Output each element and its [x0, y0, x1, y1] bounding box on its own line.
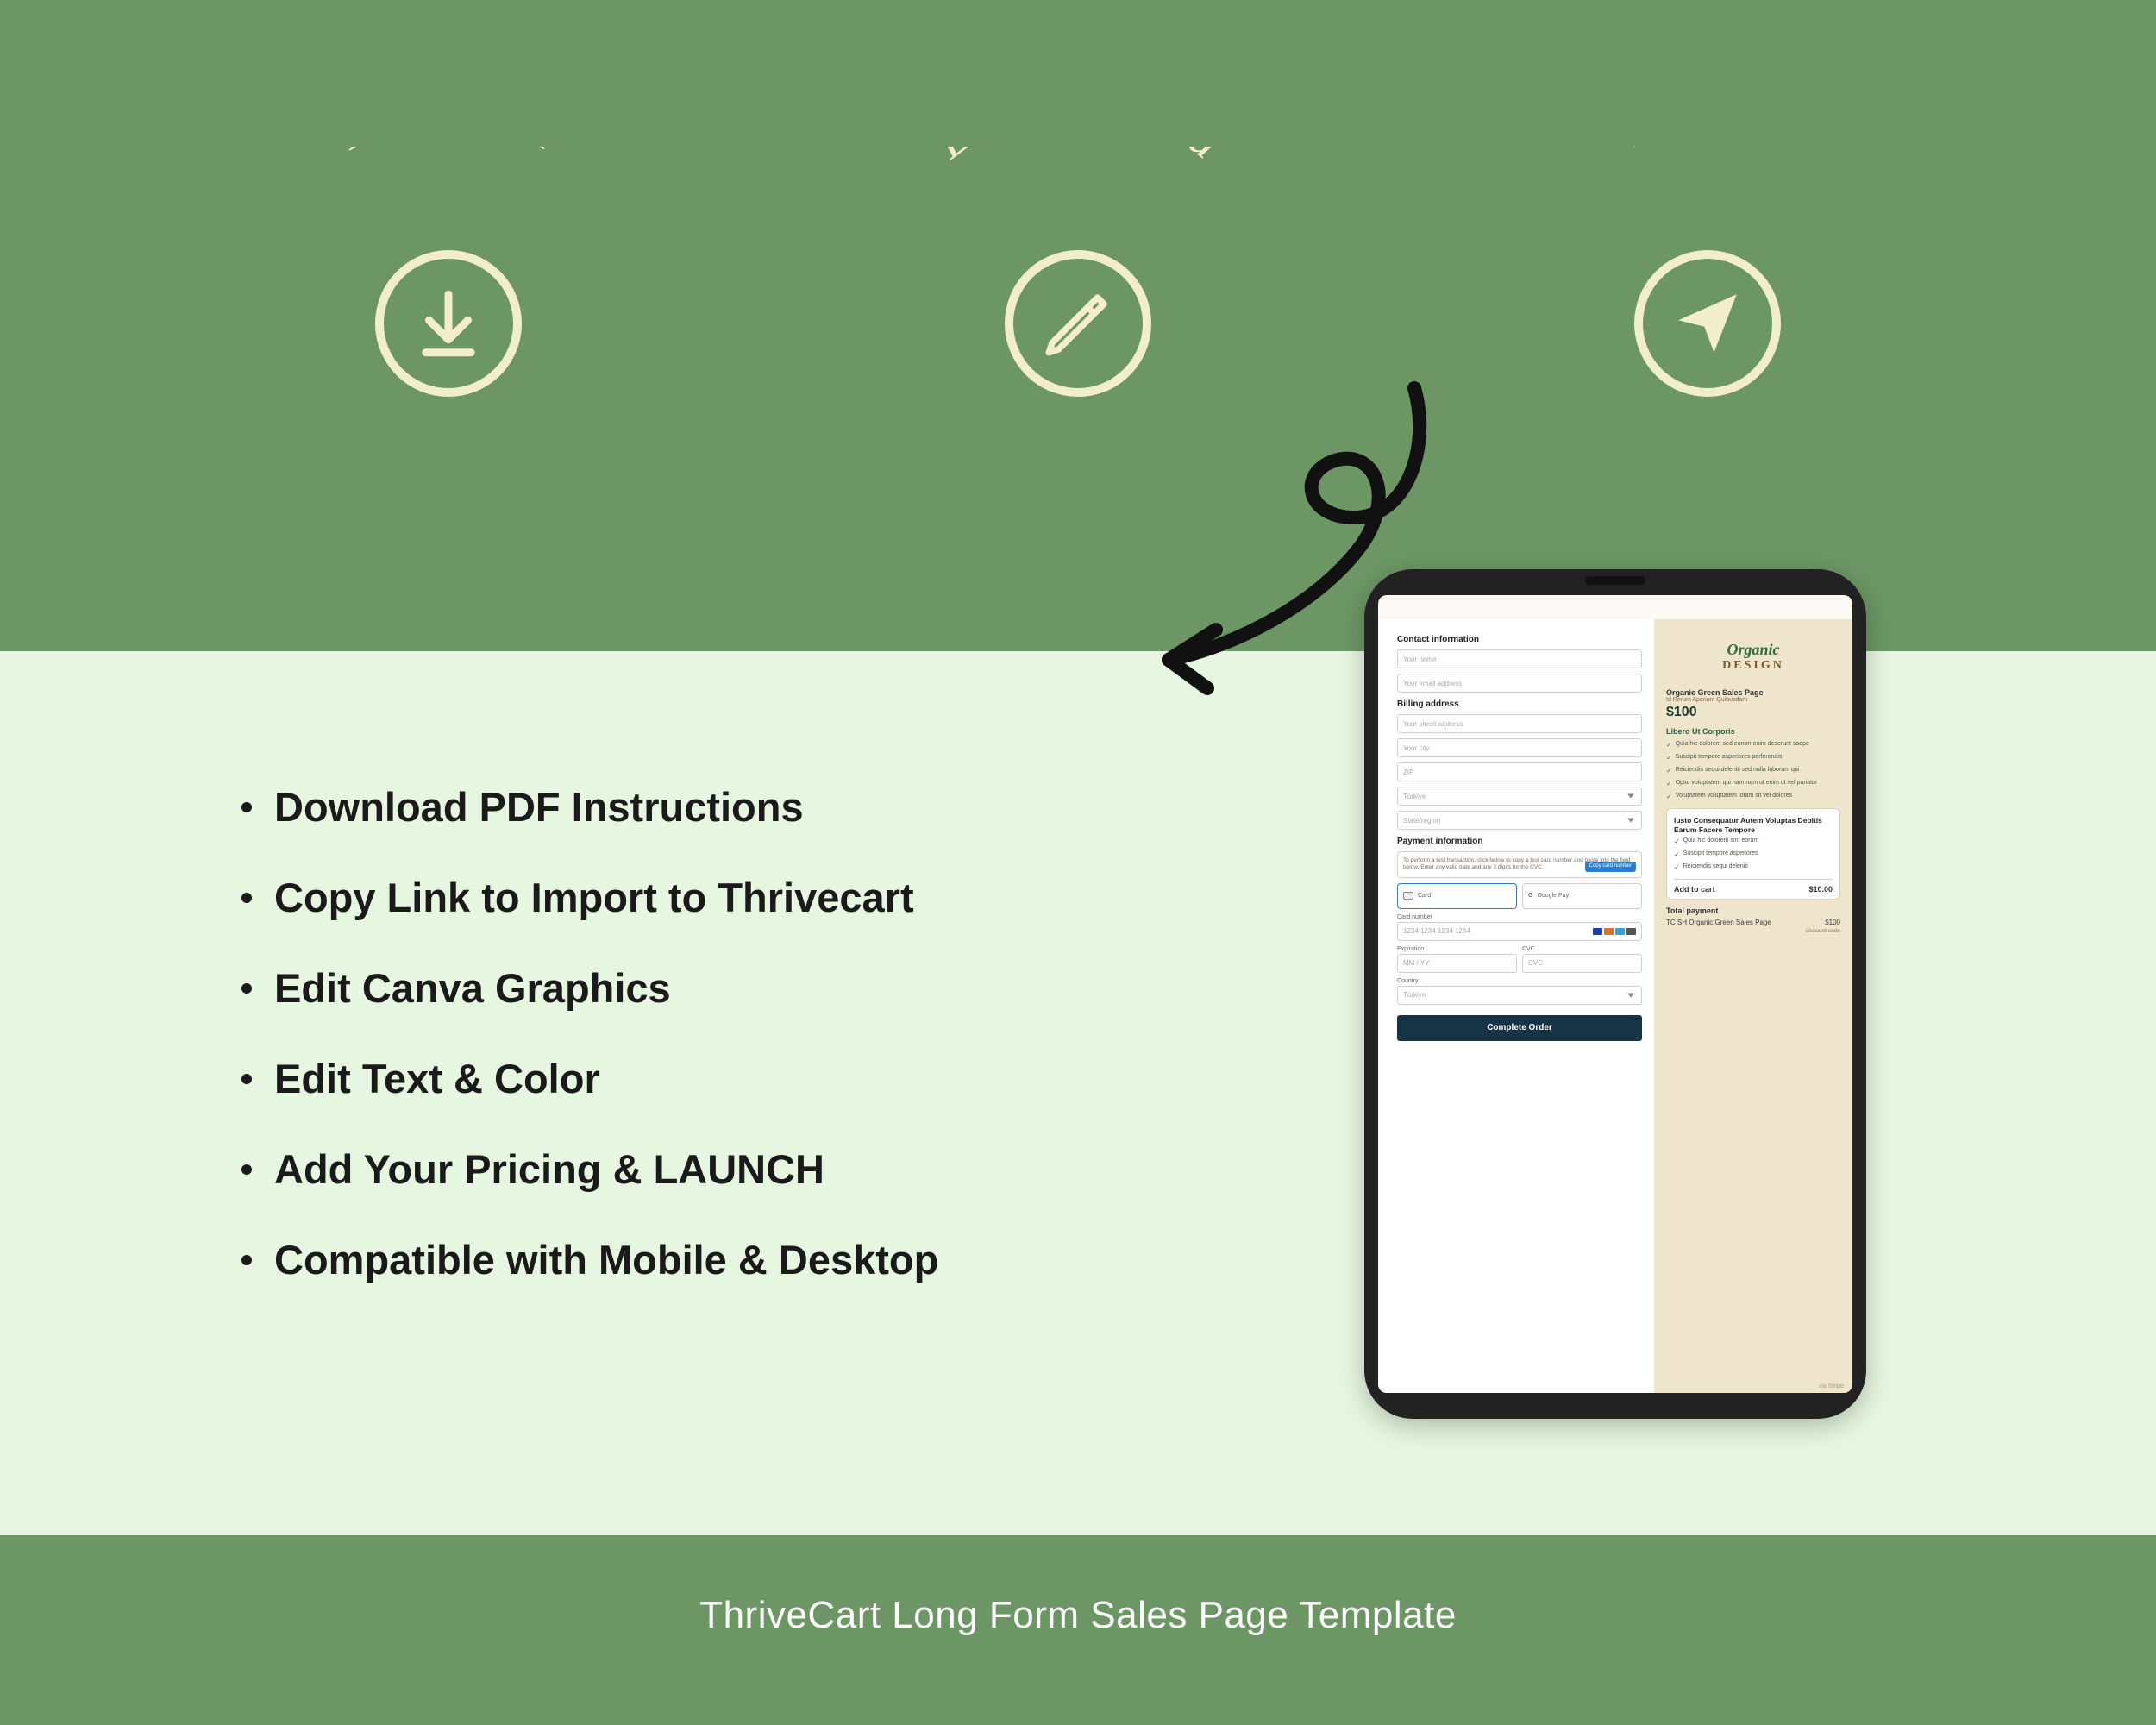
tab-google-pay[interactable]: G Google Pay: [1522, 883, 1642, 909]
footer-title: ThriveCart Long Form Sales Page Template: [0, 1594, 2156, 1637]
add-to-cart-button[interactable]: Add to cart: [1674, 885, 1715, 894]
product-price: $100: [1666, 705, 1840, 720]
step-publish: Publish: [1466, 147, 1949, 492]
svg-text:Download: Download: [328, 147, 570, 161]
exp-label: Expiration: [1397, 946, 1517, 952]
street-field[interactable]: Your street address: [1397, 714, 1642, 733]
bullet-item: Copy Link to Import to Thrivecart: [241, 874, 938, 921]
upsell-item: Quia hic dolorem sint eorum: [1674, 837, 1833, 846]
total-title: Total payment: [1666, 906, 1840, 915]
checkout-screen: Contact information Your name Your email…: [1378, 595, 1852, 1393]
expiration-field[interactable]: MM / YY: [1397, 954, 1517, 973]
paycountry-label: Country: [1397, 978, 1642, 984]
card-label: Card number: [1397, 914, 1642, 920]
product-logo: Organic DESIGN: [1666, 628, 1840, 685]
bullet-item: Compatible with Mobile & Desktop: [241, 1236, 938, 1283]
feature-bullets: Download PDF Instructions Copy Link to I…: [241, 783, 938, 1327]
cvc-label: CVC: [1522, 946, 1642, 952]
contact-title: Contact information: [1397, 635, 1642, 644]
order-summary: Organic DESIGN Organic Green Sales Page …: [1654, 619, 1852, 1393]
name-field[interactable]: Your name: [1397, 649, 1642, 668]
upsell-item: Reiciendis sequi deleniti: [1674, 863, 1833, 872]
svg-text:Edit in Canva: Edit in Canva: [923, 147, 1233, 170]
upsell-title: Iusto Consequatur Autem Voluptas Debitis…: [1674, 816, 1833, 834]
email-field[interactable]: Your email address: [1397, 674, 1642, 693]
country-select[interactable]: Türkiye: [1397, 787, 1642, 806]
state-select[interactable]: State/region: [1397, 811, 1642, 830]
step-edit-label: Edit in Canva: [837, 147, 1319, 293]
feature-item: Optio voluptatem qui nam nam ut enim ut …: [1666, 780, 1840, 788]
step-download-label: Download: [207, 147, 690, 293]
upsell-box: Iusto Consequatur Autem Voluptas Debitis…: [1666, 808, 1840, 900]
tablet-mockup: Contact information Your name Your email…: [1364, 569, 1866, 1419]
feature-heading: Libero Ut Corporis: [1666, 727, 1840, 736]
copy-card-button[interactable]: Copy card number: [1585, 862, 1636, 872]
step-download: Download: [207, 147, 690, 492]
cvc-field[interactable]: CVC: [1522, 954, 1642, 973]
bullet-item: Add Your Pricing & LAUNCH: [241, 1145, 938, 1193]
card-number-field[interactable]: 1234 1234 1234 1234: [1397, 922, 1642, 941]
step-publish-label: Publish: [1466, 147, 1949, 293]
feature-item: Suscipit tempore asperiores perferendis: [1666, 754, 1840, 762]
discount-link[interactable]: discount code: [1666, 928, 1840, 934]
zip-field[interactable]: ZIP: [1397, 762, 1642, 781]
upsell-price: $10.00: [1808, 885, 1833, 894]
checkout-form: Contact information Your name Your email…: [1378, 619, 1654, 1393]
feature-item: Reiciendis sequi deleniti sed nulla labo…: [1666, 767, 1840, 775]
feature-item: Voluptatem voluptatem totam sit vel dolo…: [1666, 793, 1840, 801]
bullet-item: Edit Canva Graphics: [241, 964, 938, 1012]
bullet-item: Download PDF Instructions: [241, 783, 938, 831]
payment-title: Payment information: [1397, 837, 1642, 846]
complete-order-button[interactable]: Complete Order: [1397, 1015, 1642, 1041]
svg-text:Publish: Publish: [1616, 147, 1799, 158]
product-name: Organic Green Sales Page: [1666, 688, 1840, 697]
pay-country-select[interactable]: Türkiye: [1397, 986, 1642, 1005]
city-field[interactable]: Your city: [1397, 738, 1642, 757]
feature-item: Quia hic dolorem sed eorum enim deserunt…: [1666, 741, 1840, 750]
line-price: $100: [1825, 919, 1840, 926]
billing-title: Billing address: [1397, 699, 1642, 709]
upsell-item: Suscipit tempore asperiores: [1674, 850, 1833, 859]
test-note: To perform a test transaction, click bel…: [1397, 851, 1642, 878]
line-item: TC SH Organic Green Sales Page: [1666, 919, 1771, 926]
stripe-footer: via Stripe: [1819, 1383, 1844, 1389]
product-subtitle: Id Rerum Aperiam Quibusdam: [1666, 697, 1840, 703]
tab-card[interactable]: Card: [1397, 883, 1517, 909]
bullet-item: Edit Text & Color: [241, 1055, 938, 1102]
